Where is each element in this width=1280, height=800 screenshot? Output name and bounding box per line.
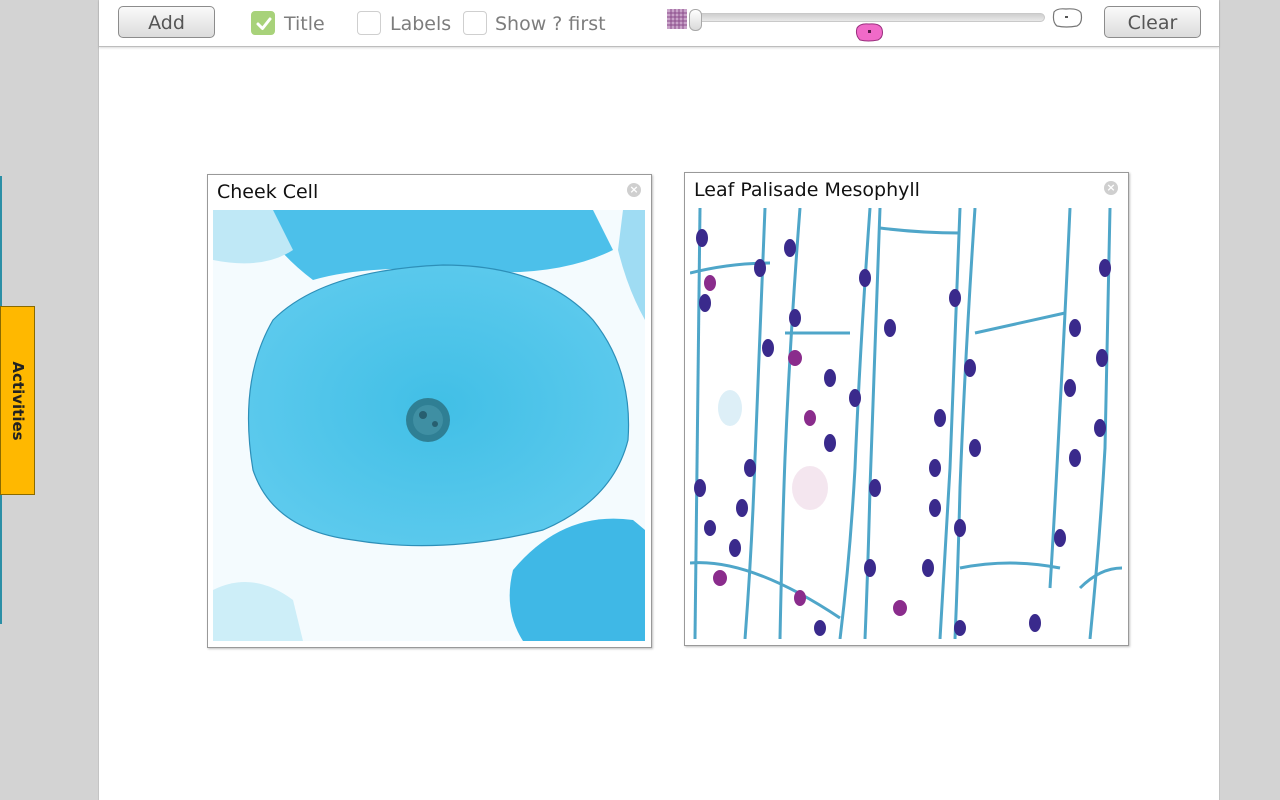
close-icon[interactable]: × <box>627 183 641 197</box>
labels-checkbox-label: Labels <box>390 13 452 35</box>
add-button[interactable]: Add <box>118 6 215 38</box>
toolbar: Add Title Labels Show ? first Clear <box>99 0 1219 47</box>
add-button-label: Add <box>148 12 185 34</box>
leaf-palisade-card[interactable]: Leaf Palisade Mesophyll × <box>684 172 1129 646</box>
card-title: Cheek Cell <box>217 181 319 203</box>
zoom-slider-track[interactable] <box>695 13 1045 22</box>
activities-tab[interactable]: Activities <box>0 306 35 495</box>
cheek-cell-micrograph <box>213 210 645 641</box>
clear-button-label: Clear <box>1127 12 1178 34</box>
checkmark-icon <box>256 17 272 30</box>
cheek-cell-card[interactable]: Cheek Cell × <box>207 174 652 648</box>
labels-checkbox[interactable] <box>357 11 381 35</box>
activities-tab-label: Activities <box>8 360 27 441</box>
leaf-palisade-image <box>690 208 1122 639</box>
clear-button[interactable]: Clear <box>1104 6 1201 38</box>
title-checkbox-label: Title <box>284 13 325 35</box>
cell-grid-icon <box>667 9 687 29</box>
card-title: Leaf Palisade Mesophyll <box>694 179 920 201</box>
title-checkbox[interactable] <box>251 11 275 35</box>
single-cell-icon <box>1052 8 1083 28</box>
close-icon[interactable]: × <box>1104 181 1118 195</box>
leaf-palisade-micrograph <box>690 208 1122 639</box>
show-first-checkbox-label: Show ? first <box>495 13 606 35</box>
show-first-checkbox[interactable] <box>463 11 487 35</box>
cheek-cell-image <box>213 210 645 641</box>
zoom-slider-handle[interactable] <box>689 9 702 31</box>
workspace: Add Title Labels Show ? first Clear Chee… <box>98 0 1220 800</box>
pink-cell-icon <box>855 23 883 42</box>
